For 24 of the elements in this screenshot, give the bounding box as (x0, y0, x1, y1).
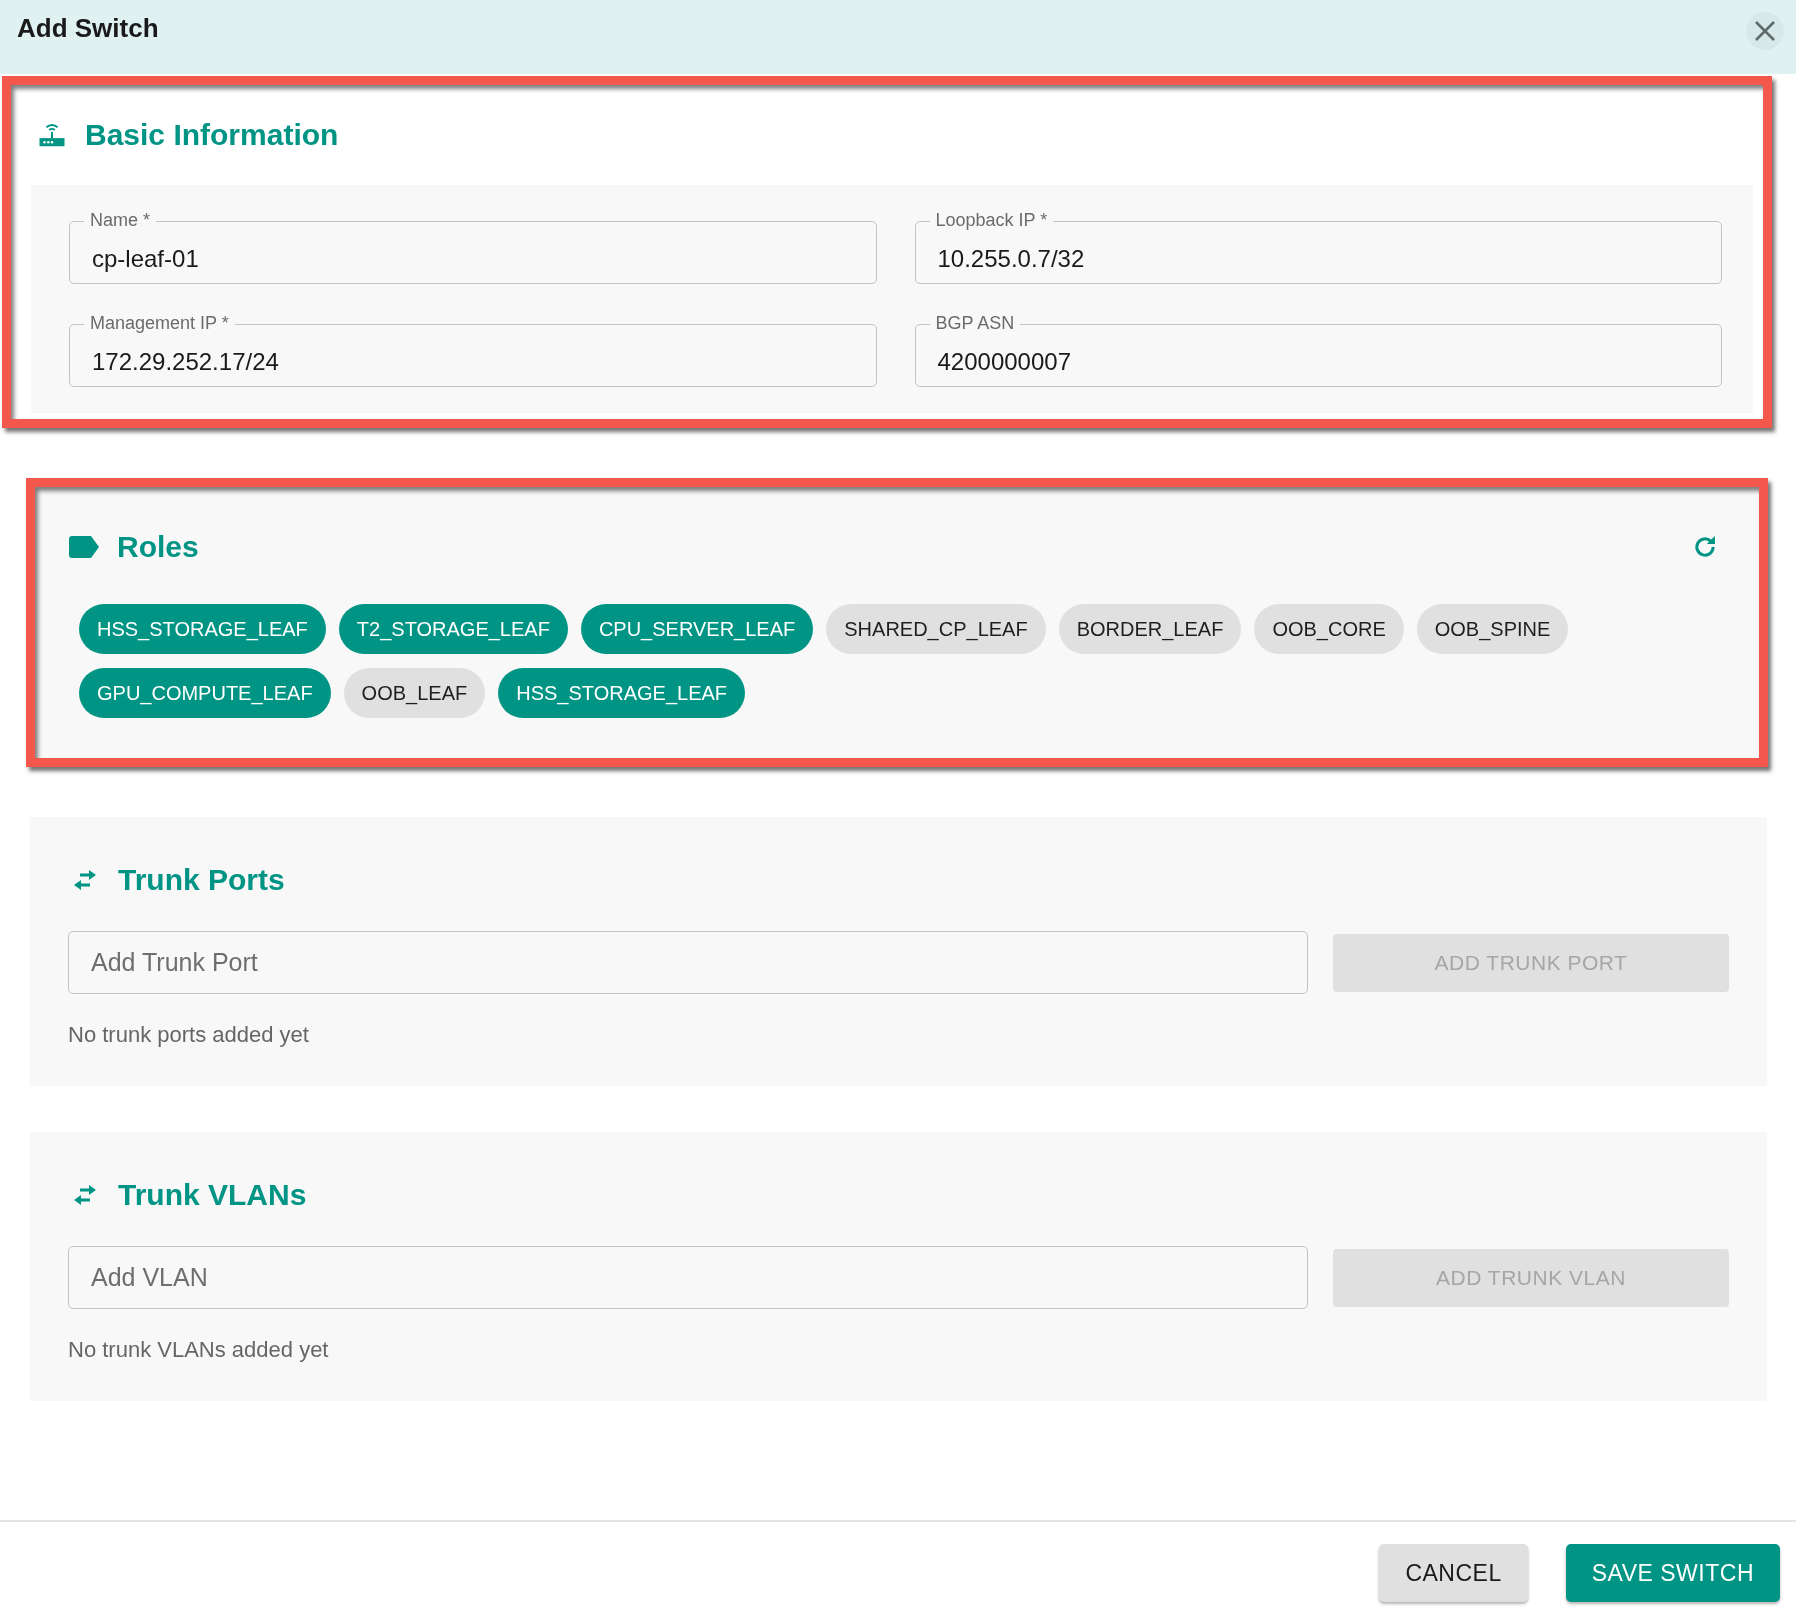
section-title: Trunk Ports (118, 863, 285, 897)
role-chip[interactable]: CPU_SERVER_LEAF (580, 604, 814, 654)
empty-message: No trunk VLANs added yet (67, 1336, 330, 1363)
role-chip[interactable]: OOB_CORE (1254, 604, 1404, 654)
role-chip[interactable]: T2_STORAGE_LEAF (338, 604, 568, 654)
label-icon (69, 536, 99, 558)
close-icon (1754, 20, 1776, 42)
section-title: Basic Information (85, 118, 339, 152)
role-chip[interactable]: OOB_SPINE (1416, 604, 1569, 654)
dialog-title: Add Switch (17, 12, 159, 44)
role-chip[interactable]: HSS_STORAGE_LEAF (79, 604, 326, 654)
cancel-button[interactable]: CANCEL (1379, 1544, 1528, 1602)
role-chip[interactable]: BORDER_LEAF (1058, 604, 1242, 654)
input-field[interactable]: Add VLAN (68, 1246, 1308, 1309)
close-button[interactable] (1746, 12, 1784, 50)
role-chip[interactable]: SHARED_CP_LEAF (826, 604, 1046, 654)
save-button[interactable]: SAVE SWITCH (1565, 1544, 1780, 1602)
empty-message: No trunk ports added yet (67, 1021, 310, 1048)
role-chip[interactable]: OOB_LEAF (343, 668, 486, 718)
section-title: Roles (117, 530, 199, 564)
section-title: Trunk VLANs (118, 1178, 307, 1212)
role-chip[interactable]: HSS_STORAGE_LEAF (498, 668, 746, 718)
role-chip[interactable]: GPU_COMPUTE_LEAF (79, 668, 331, 718)
input-field[interactable]: Add Trunk Port (68, 931, 1308, 994)
